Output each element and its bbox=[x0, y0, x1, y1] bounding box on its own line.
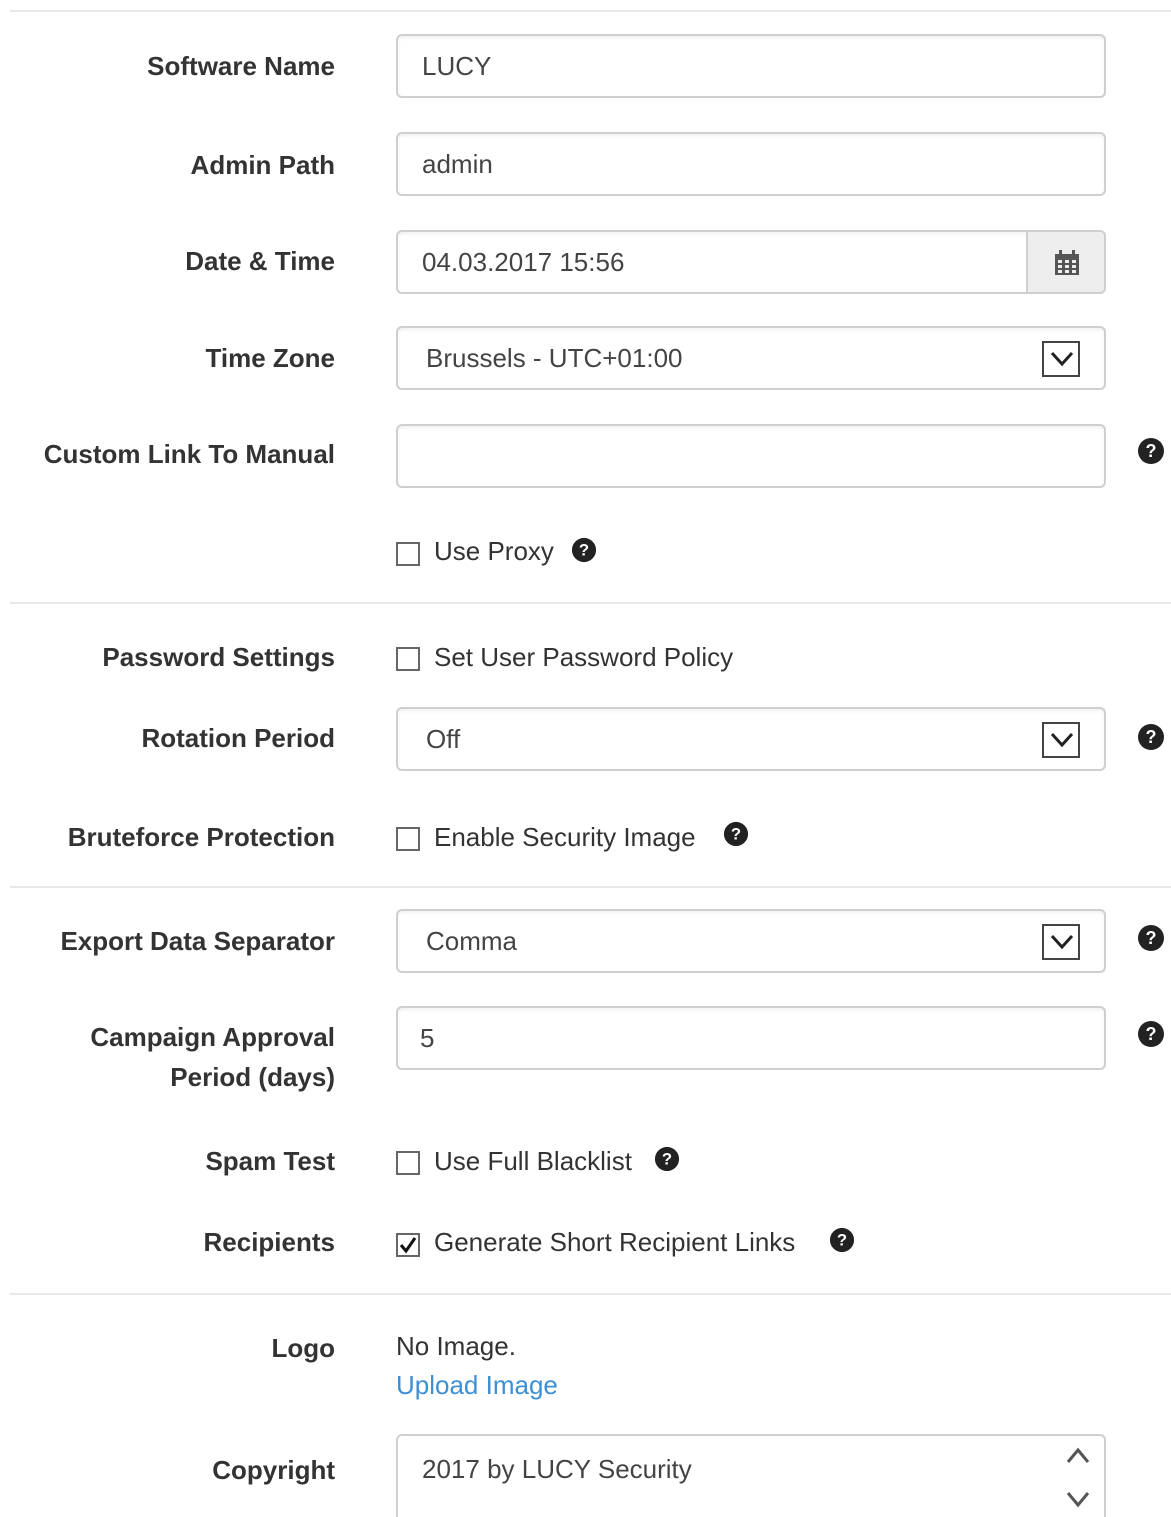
svg-text:?: ? bbox=[1146, 1024, 1157, 1044]
use-proxy-checkbox[interactable] bbox=[396, 542, 420, 566]
chevron-down-icon bbox=[1042, 722, 1080, 758]
export-separator-value: Comma bbox=[426, 926, 518, 956]
spam-test-label: Spam Test bbox=[205, 1146, 335, 1176]
divider bbox=[10, 1293, 1171, 1295]
password-settings-label: Password Settings bbox=[102, 642, 335, 672]
question-circle-icon[interactable]: ? bbox=[654, 1146, 680, 1172]
question-circle-icon[interactable]: ? bbox=[723, 821, 749, 847]
campaign-approval-input[interactable]: 5 bbox=[396, 1006, 1106, 1070]
chevron-up-icon[interactable] bbox=[1064, 1444, 1092, 1468]
custom-link-input[interactable] bbox=[396, 424, 1106, 488]
svg-text:?: ? bbox=[1146, 441, 1157, 461]
time-zone-value: Brussels - UTC+01:00 bbox=[426, 343, 683, 373]
campaign-approval-label-line2: Period (days) bbox=[170, 1062, 335, 1092]
security-image-label: Enable Security Image bbox=[434, 822, 696, 852]
use-proxy-label: Use Proxy bbox=[434, 536, 554, 566]
question-circle-icon[interactable]: ? bbox=[1137, 437, 1165, 465]
question-circle-icon[interactable]: ? bbox=[1137, 1020, 1165, 1048]
custom-link-label: Custom Link To Manual bbox=[43, 439, 335, 469]
short-links-label: Generate Short Recipient Links bbox=[434, 1227, 796, 1257]
calendar-icon bbox=[1055, 250, 1079, 275]
svg-text:?: ? bbox=[579, 541, 589, 560]
export-separator-label: Export Data Separator bbox=[60, 926, 335, 956]
bruteforce-label: Bruteforce Protection bbox=[67, 822, 335, 852]
calendar-button[interactable] bbox=[1026, 232, 1104, 292]
time-zone-label: Time Zone bbox=[205, 343, 335, 373]
logo-status: No Image. bbox=[396, 1331, 516, 1361]
admin-path-label: Admin Path bbox=[190, 150, 335, 180]
admin-path-input[interactable]: admin bbox=[396, 132, 1106, 196]
password-policy-checkbox[interactable] bbox=[396, 647, 420, 671]
software-name-input[interactable]: LUCY bbox=[396, 34, 1106, 98]
password-policy-label: Set User Password Policy bbox=[434, 642, 734, 672]
chevron-down-icon bbox=[1042, 341, 1080, 377]
date-time-label: Date & Time bbox=[185, 246, 335, 276]
divider bbox=[10, 886, 1171, 888]
short-links-checkbox[interactable] bbox=[396, 1233, 420, 1257]
question-circle-icon[interactable]: ? bbox=[571, 537, 597, 563]
svg-text:?: ? bbox=[837, 1231, 847, 1250]
svg-text:?: ? bbox=[1146, 928, 1157, 948]
upload-image-link[interactable]: Upload Image bbox=[396, 1365, 558, 1405]
full-blacklist-checkbox[interactable] bbox=[396, 1151, 420, 1175]
copyright-label: Copyright bbox=[212, 1455, 335, 1485]
date-time-input[interactable]: 04.03.2017 15:56 bbox=[396, 230, 1106, 294]
rotation-period-value: Off bbox=[426, 724, 461, 754]
copyright-value: 2017 by LUCY Security bbox=[422, 1454, 692, 1484]
checkmark-icon bbox=[399, 1237, 417, 1254]
rotation-period-select[interactable]: Off bbox=[396, 707, 1106, 771]
copyright-textarea[interactable]: 2017 by LUCY Security bbox=[396, 1434, 1106, 1517]
question-circle-icon[interactable]: ? bbox=[829, 1227, 855, 1253]
svg-text:?: ? bbox=[662, 1150, 672, 1169]
question-circle-icon[interactable]: ? bbox=[1137, 723, 1165, 751]
full-blacklist-label: Use Full Blacklist bbox=[434, 1146, 632, 1176]
date-time-value: 04.03.2017 15:56 bbox=[422, 247, 625, 277]
textarea-scrollbar[interactable] bbox=[1064, 1444, 1094, 1517]
settings-form: Software Name LUCY Admin Path admin Date… bbox=[0, 0, 1171, 1517]
svg-text:?: ? bbox=[1146, 727, 1157, 747]
software-name-label: Software Name bbox=[147, 51, 335, 81]
divider bbox=[10, 10, 1171, 12]
logo-label: Logo bbox=[271, 1333, 335, 1363]
chevron-down-icon[interactable] bbox=[1064, 1487, 1092, 1511]
campaign-approval-label-line1: Campaign Approval bbox=[90, 1022, 335, 1052]
svg-text:?: ? bbox=[731, 825, 741, 844]
export-separator-select[interactable]: Comma bbox=[396, 909, 1106, 973]
security-image-checkbox[interactable] bbox=[396, 827, 420, 851]
chevron-down-icon bbox=[1042, 924, 1080, 960]
time-zone-select[interactable]: Brussels - UTC+01:00 bbox=[396, 326, 1106, 390]
recipients-label: Recipients bbox=[203, 1227, 336, 1257]
rotation-period-label: Rotation Period bbox=[141, 723, 335, 753]
divider bbox=[10, 602, 1171, 604]
question-circle-icon[interactable]: ? bbox=[1137, 924, 1165, 952]
